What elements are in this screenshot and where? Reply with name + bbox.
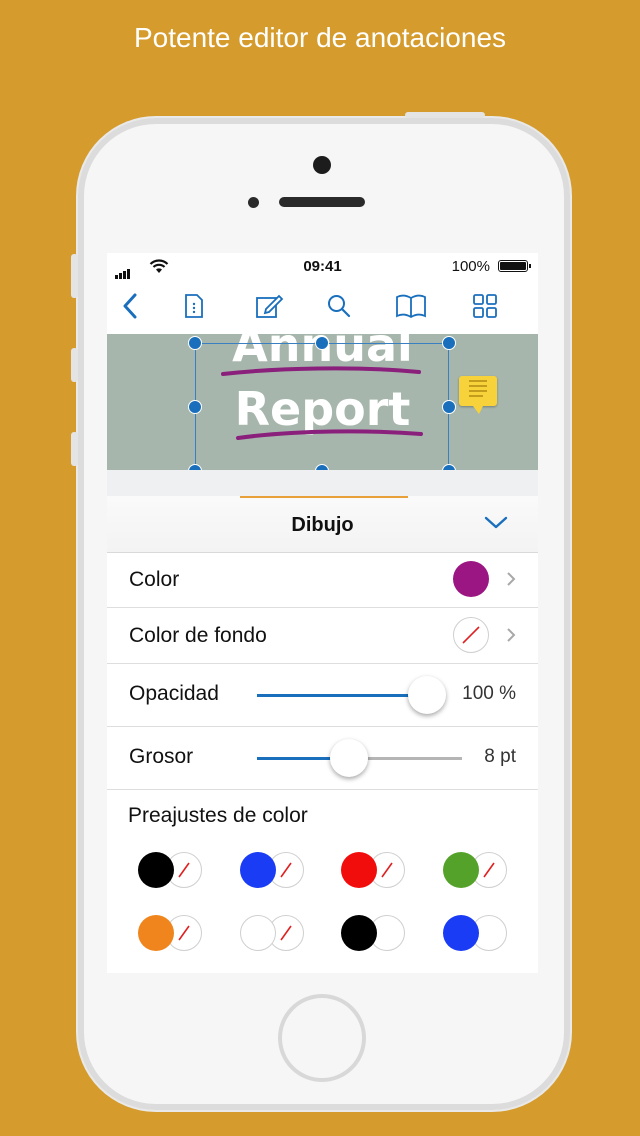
resize-handle-top-left[interactable] bbox=[188, 336, 202, 350]
earpiece-speaker bbox=[279, 197, 365, 207]
collapse-chevron-down-icon[interactable] bbox=[484, 516, 508, 530]
color-preset[interactable] bbox=[341, 851, 407, 889]
volume-up-button bbox=[71, 348, 78, 382]
volume-down-button bbox=[71, 432, 78, 466]
drawing-settings-panel: Dibujo Color Color de fondo Opacidad 100… bbox=[107, 496, 538, 973]
proximity-sensor bbox=[248, 197, 259, 208]
battery-icon bbox=[498, 260, 531, 272]
thickness-row: Grosor 8 pt bbox=[107, 727, 538, 790]
background-color-label: Color de fondo bbox=[129, 624, 267, 647]
preset-foreground-swatch bbox=[138, 852, 174, 888]
color-swatch[interactable] bbox=[453, 561, 489, 597]
color-preset[interactable] bbox=[138, 914, 204, 952]
color-presets-title: Preajustes de color bbox=[128, 804, 308, 827]
no-color-swatch[interactable] bbox=[453, 617, 489, 653]
preset-foreground-swatch bbox=[341, 852, 377, 888]
document-page[interactable]: Annual Report bbox=[107, 318, 538, 478]
panel-tab-indicator bbox=[240, 496, 408, 498]
panel-header[interactable]: Dibujo bbox=[107, 496, 538, 553]
battery-percent: 100% bbox=[451, 258, 490, 275]
color-preset[interactable] bbox=[443, 851, 509, 889]
opacity-slider-track[interactable] bbox=[257, 694, 427, 697]
front-camera bbox=[313, 156, 331, 174]
color-preset[interactable] bbox=[240, 851, 306, 889]
home-button[interactable] bbox=[278, 994, 366, 1082]
preset-foreground-swatch bbox=[443, 852, 479, 888]
power-button bbox=[405, 112, 485, 118]
thickness-slider-knob[interactable] bbox=[330, 739, 369, 777]
color-preset[interactable] bbox=[138, 851, 204, 889]
chevron-right-icon bbox=[507, 572, 516, 586]
preset-foreground-swatch bbox=[240, 915, 276, 951]
promo-headline: Potente editor de anotaciones bbox=[133, 22, 507, 53]
color-label: Color bbox=[129, 568, 180, 591]
panel-title: Dibujo bbox=[291, 514, 354, 536]
note-annotation-icon[interactable] bbox=[459, 376, 497, 414]
document-page-edge bbox=[107, 470, 538, 496]
color-preset[interactable] bbox=[240, 914, 306, 952]
annotation-selection-box[interactable] bbox=[195, 343, 449, 471]
thickness-label: Grosor bbox=[129, 745, 194, 768]
preset-foreground-swatch bbox=[138, 915, 174, 951]
resize-handle-middle-left[interactable] bbox=[188, 400, 202, 414]
color-preset[interactable] bbox=[443, 914, 509, 952]
preset-foreground-swatch bbox=[240, 852, 276, 888]
chevron-right-icon bbox=[507, 628, 516, 642]
mute-switch bbox=[71, 254, 78, 298]
opacity-row: Opacidad 100 % bbox=[107, 664, 538, 727]
color-preset[interactable] bbox=[341, 914, 407, 952]
color-row[interactable]: Color bbox=[107, 552, 538, 608]
app-screen: 09:41 100% Annual Report bbox=[107, 253, 538, 973]
opacity-slider-knob[interactable] bbox=[408, 676, 446, 714]
resize-handle-top-right[interactable] bbox=[442, 336, 456, 350]
thickness-value: 8 pt bbox=[484, 746, 516, 767]
preset-foreground-swatch bbox=[443, 915, 479, 951]
preset-foreground-swatch bbox=[341, 915, 377, 951]
background-color-row[interactable]: Color de fondo bbox=[107, 608, 538, 664]
opacity-value: 100 % bbox=[462, 683, 516, 704]
status-bar: 09:41 100% bbox=[107, 253, 538, 279]
resize-handle-middle-right[interactable] bbox=[442, 400, 456, 414]
resize-handle-top-center[interactable] bbox=[315, 336, 329, 350]
opacity-label: Opacidad bbox=[129, 682, 219, 705]
